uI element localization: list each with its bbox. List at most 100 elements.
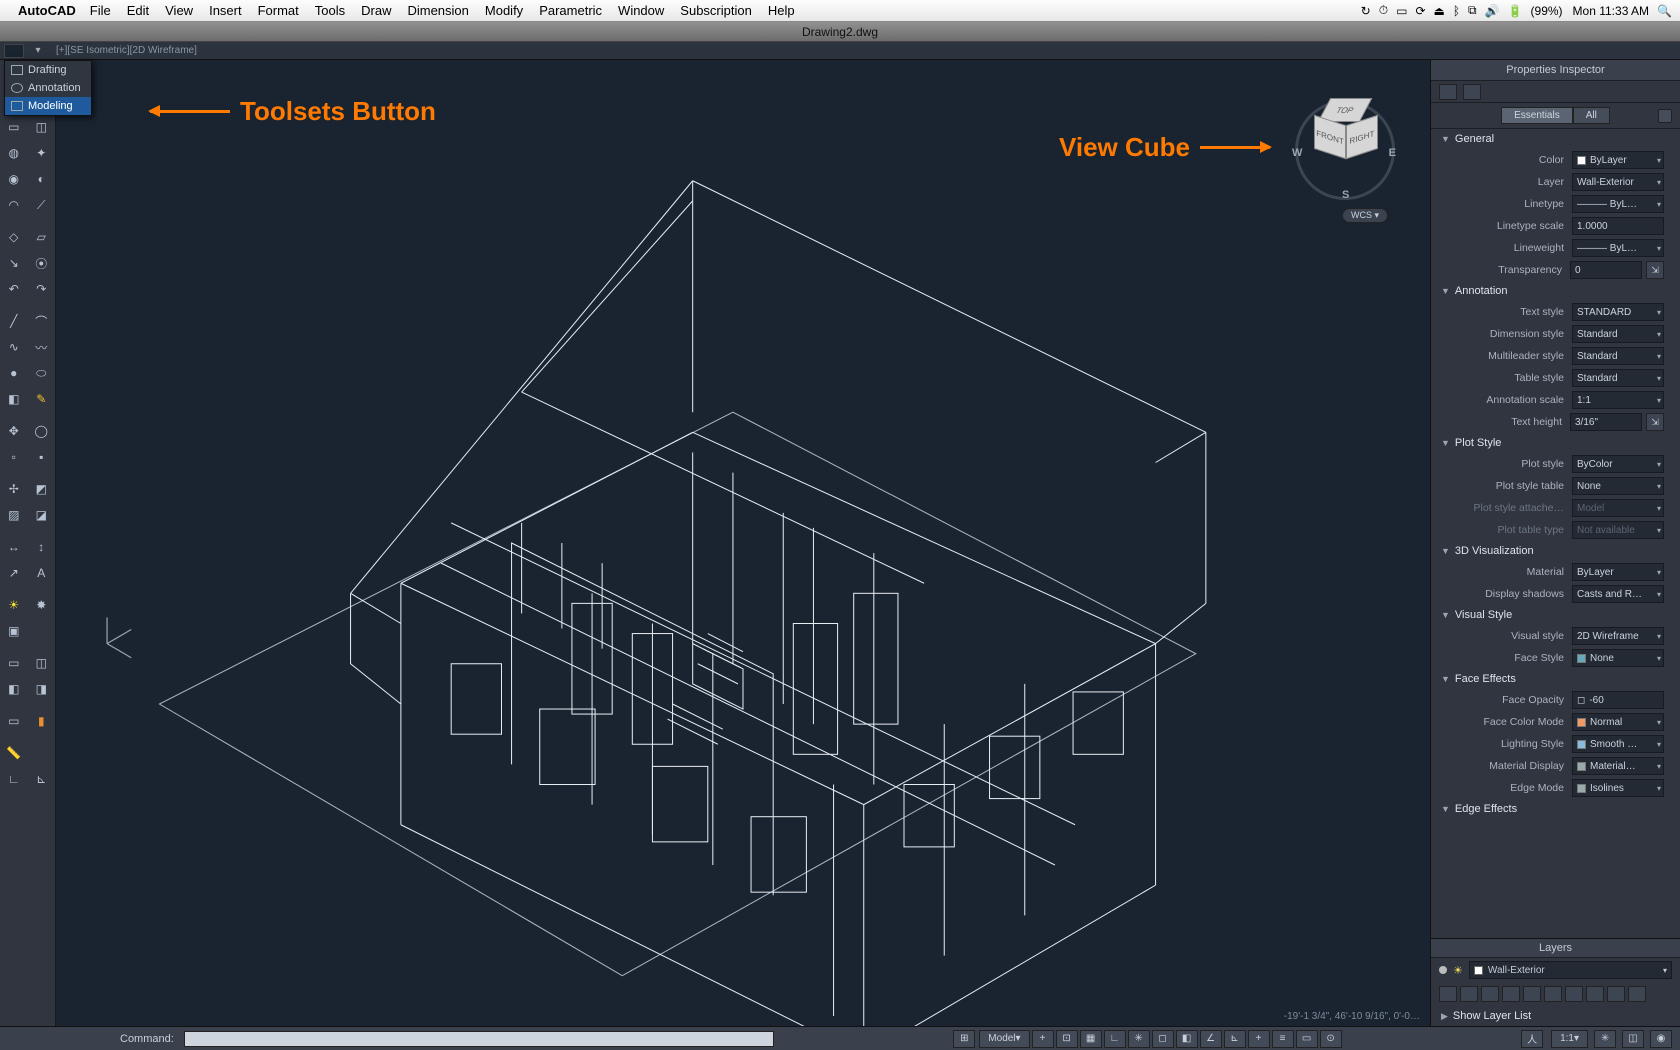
section-edgeeffects[interactable]: ▼Edge Effects: [1431, 799, 1672, 819]
viewport-label[interactable]: [+][SE Isometric][2D Wireframe]: [56, 45, 197, 56]
menu-view[interactable]: View: [165, 3, 193, 18]
layer-icon-10[interactable]: [1628, 986, 1646, 1002]
sync-icon[interactable]: ↻: [1361, 4, 1371, 18]
panel-popout-icon[interactable]: [1658, 109, 1672, 123]
menu-window[interactable]: Window: [618, 3, 664, 18]
layer-icon-9[interactable]: [1607, 986, 1625, 1002]
status-lwt[interactable]: ≡: [1272, 1030, 1294, 1048]
tool-xref[interactable]: ✢: [0, 476, 28, 502]
refresh-icon[interactable]: ⟳: [1415, 4, 1425, 18]
status-iso[interactable]: ◫: [1622, 1030, 1644, 1048]
prop-value-general-4[interactable]: ——— ByL…▾: [1572, 239, 1664, 257]
show-layer-list[interactable]: ▶Show Layer List: [1431, 1006, 1680, 1026]
layer-icon-1[interactable]: [1439, 986, 1457, 1002]
tool-extrude[interactable]: ◫: [28, 114, 56, 140]
tool-layout[interactable]: ▭: [0, 708, 28, 734]
tool-mesh[interactable]: ✦: [28, 140, 56, 166]
menu-draw[interactable]: Draw: [361, 3, 391, 18]
status-qp[interactable]: ▭: [1296, 1030, 1318, 1048]
status-osnap[interactable]: ◻: [1152, 1030, 1174, 1048]
prop-value-annotation-1[interactable]: Standard▾: [1572, 325, 1664, 343]
prop-extra-btn[interactable]: ⇲: [1646, 261, 1664, 279]
prop-value-general-2[interactable]: ——— ByL…▾: [1572, 195, 1664, 213]
prop-value-visualstyle-0[interactable]: 2D Wireframe▾: [1572, 627, 1664, 645]
prop-value-general-0[interactable]: ByLayer▾: [1572, 151, 1664, 169]
tab-all[interactable]: All: [1573, 107, 1610, 124]
tool-move[interactable]: ✥: [0, 418, 28, 444]
menubar-clock[interactable]: Mon 11:33 AM: [1573, 4, 1650, 18]
status-ducs[interactable]: ⊾: [1224, 1030, 1246, 1048]
menu-subscription[interactable]: Subscription: [680, 3, 752, 18]
tool-measure[interactable]: 📏: [0, 740, 28, 766]
tool-wipeout[interactable]: ◪: [28, 502, 56, 528]
tool-highlight[interactable]: ✎: [28, 386, 56, 412]
layer-icon-5[interactable]: [1523, 986, 1541, 1002]
prop-value-faceeffects-0[interactable]: ◻-60: [1572, 691, 1664, 709]
layer-icon-3[interactable]: [1481, 986, 1499, 1002]
tool-block[interactable]: ◩: [28, 476, 56, 502]
prop-value-plotstyle-3[interactable]: Not available▾: [1572, 521, 1664, 539]
prop-value-annotation-2[interactable]: Standard▾: [1572, 347, 1664, 365]
clock-icon[interactable]: ⏱: [1379, 3, 1388, 18]
layer-thaw-icon[interactable]: ☀: [1453, 964, 1463, 977]
eject-icon[interactable]: ⏏: [1434, 4, 1445, 18]
prop-value-faceeffects-2[interactable]: Smooth …▾: [1572, 735, 1664, 753]
status-anno[interactable]: 人: [1521, 1030, 1543, 1048]
prop-value-plotstyle-0[interactable]: ByColor▾: [1572, 455, 1664, 473]
prop-value-annotation-5[interactable]: 3/16": [1570, 413, 1642, 431]
prop-value-viz3d-1[interactable]: Casts and R…▾: [1572, 585, 1664, 603]
tool-circle[interactable]: ●: [0, 360, 28, 386]
prop-value-general-1[interactable]: Wall-Exterior▾: [1572, 173, 1664, 191]
model-space-button[interactable]: Model▾: [979, 1030, 1029, 1048]
viewcube-cube[interactable]: TOP FRONT RIGHT: [1314, 98, 1376, 160]
tool-polyline[interactable]: ∿: [0, 334, 28, 360]
tool-align[interactable]: ▫: [0, 444, 28, 470]
tool-arc[interactable]: ⌒: [28, 308, 56, 334]
tool-light[interactable]: ☀: [0, 592, 28, 618]
status-grid2[interactable]: ▦: [1080, 1030, 1102, 1048]
tool-text[interactable]: A: [28, 560, 56, 586]
tool-page[interactable]: ▮: [28, 708, 56, 734]
status-sc[interactable]: ⊙: [1320, 1030, 1342, 1048]
tool-sun[interactable]: ✸: [28, 592, 56, 618]
menu-parametric[interactable]: Parametric: [539, 3, 602, 18]
menu-edit[interactable]: Edit: [127, 3, 149, 18]
current-layer-select[interactable]: Wall-Exterior ▾: [1469, 961, 1672, 979]
prop-value-annotation-0[interactable]: STANDARD▾: [1572, 303, 1664, 321]
section-annotation[interactable]: ▼Annotation: [1431, 281, 1672, 301]
tool-ellipse[interactable]: ⬭: [28, 360, 56, 386]
status-add[interactable]: +: [1032, 1030, 1054, 1048]
tool-arrow[interactable]: ↘: [0, 250, 28, 276]
prop-value-faceeffects-3[interactable]: Material…▾: [1572, 757, 1664, 775]
tool-line[interactable]: ╱: [0, 308, 28, 334]
section-viz3d[interactable]: ▼3D Visualization: [1431, 541, 1672, 561]
menu-help[interactable]: Help: [768, 3, 795, 18]
volume-icon[interactable]: 🔊: [1485, 4, 1500, 18]
tool-redo[interactable]: ↷: [28, 276, 56, 302]
status-grid-icon[interactable]: ⊞: [953, 1030, 975, 1048]
tool-eraser[interactable]: ◇: [0, 224, 28, 250]
status-annovis[interactable]: ✳: [1594, 1030, 1616, 1048]
layer-icon-7[interactable]: [1565, 986, 1583, 1002]
status-snap[interactable]: ⊡: [1056, 1030, 1078, 1048]
menu-modify[interactable]: Modify: [485, 3, 523, 18]
tool-copy[interactable]: ▪: [28, 444, 56, 470]
prop-value-faceeffects-4[interactable]: Isolines▾: [1572, 779, 1664, 797]
section-faceeffects[interactable]: ▼Face Effects: [1431, 669, 1672, 689]
tab-essentials[interactable]: Essentials: [1501, 107, 1573, 124]
battery-icon[interactable]: 🔋: [1508, 4, 1523, 18]
tool-rotate3d[interactable]: ⦿: [28, 250, 56, 276]
status-3dosnap[interactable]: ◧: [1176, 1030, 1198, 1048]
tool-dim2[interactable]: ↕: [28, 534, 56, 560]
status-otrack[interactable]: ∠: [1200, 1030, 1222, 1048]
tool-ucs[interactable]: ∟: [0, 766, 28, 792]
prop-value-viz3d-0[interactable]: ByLayer▾: [1572, 563, 1664, 581]
tool-render[interactable]: ▣: [0, 618, 28, 644]
tool-view2[interactable]: ◫: [28, 650, 56, 676]
wcs-badge[interactable]: WCS ▾: [1342, 208, 1388, 223]
layer-visibility-icon[interactable]: [1439, 966, 1447, 974]
tool-hatch[interactable]: ▨: [0, 502, 28, 528]
anno-scale-button[interactable]: 1:1▾: [1551, 1030, 1588, 1048]
prop-value-visualstyle-1[interactable]: None▾: [1572, 649, 1664, 667]
layer-icon-6[interactable]: [1544, 986, 1562, 1002]
